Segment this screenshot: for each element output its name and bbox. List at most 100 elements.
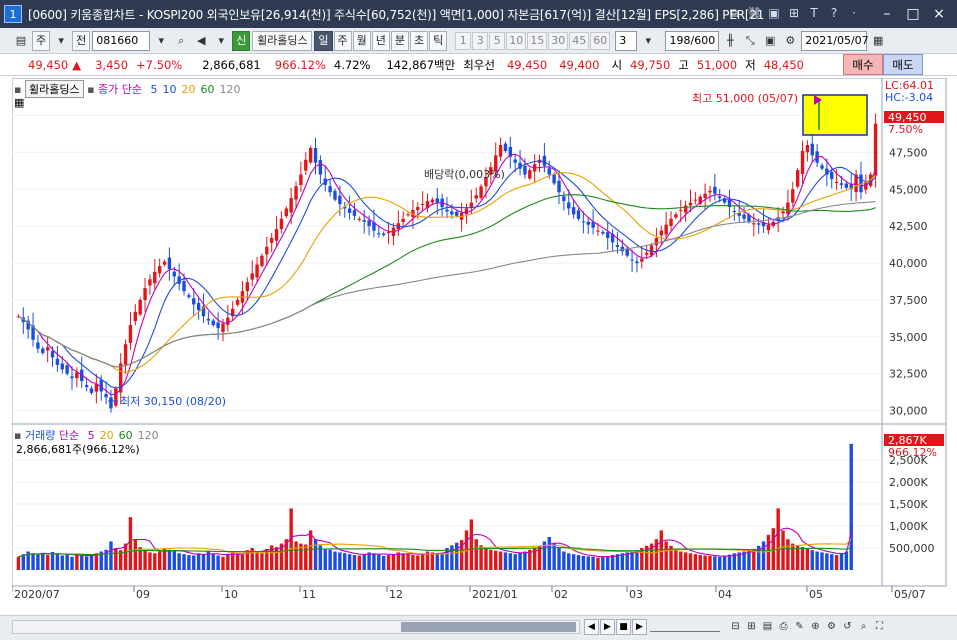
stop-icon[interactable]: ■ bbox=[616, 619, 631, 635]
interval-button[interactable]: 30 bbox=[548, 31, 569, 50]
ma-period-label[interactable]: 5 bbox=[151, 83, 158, 96]
volume-bar bbox=[60, 555, 64, 570]
search-icon[interactable]: ⌕ bbox=[172, 32, 190, 50]
range-field[interactable]: 198/600 bbox=[665, 30, 720, 51]
code-input[interactable]: 081660 bbox=[92, 30, 151, 51]
calendar-icon[interactable]: ▦ bbox=[869, 32, 887, 50]
trade-amount: 142,867백만 bbox=[386, 57, 456, 72]
volume-bar bbox=[849, 443, 853, 570]
chart-menu-icon[interactable]: ▤ bbox=[12, 32, 30, 50]
restore-layout-icon[interactable]: ⧉ bbox=[727, 5, 741, 21]
candle-body bbox=[630, 259, 634, 261]
volume-bar bbox=[557, 548, 561, 570]
candle-body bbox=[586, 221, 590, 225]
period-button[interactable]: 주 bbox=[333, 30, 352, 51]
ma-period-label[interactable]: 10 bbox=[163, 83, 177, 96]
reset-icon[interactable]: ↺ bbox=[840, 619, 855, 635]
stock-name-label[interactable]: 휠라홀딩스 bbox=[24, 80, 84, 98]
chart-area[interactable]: 50,00047,50045,00042,50040,00037,50035,0… bbox=[11, 77, 947, 615]
period-button[interactable]: 초 bbox=[410, 30, 429, 51]
table-icon[interactable]: ▤ bbox=[760, 619, 775, 635]
volume-bar bbox=[664, 541, 668, 570]
volume-ratio: 966.12% bbox=[274, 57, 326, 72]
volume-ma-period-label[interactable]: 120 bbox=[138, 429, 159, 442]
volume-bar bbox=[157, 551, 162, 570]
text-icon[interactable]: T bbox=[807, 5, 821, 21]
indicator-icon[interactable]: ⤡ bbox=[741, 32, 759, 50]
buy-button[interactable]: 매수 bbox=[843, 54, 883, 75]
window-number-badge[interactable]: 1 bbox=[4, 5, 22, 23]
zoom-slider[interactable] bbox=[650, 622, 720, 632]
interval-button[interactable]: 45 bbox=[569, 31, 590, 50]
volume-bar bbox=[357, 555, 362, 570]
zoom-in-icon[interactable]: ⊞ bbox=[744, 619, 759, 635]
ma-period-label[interactable]: 120 bbox=[220, 83, 241, 96]
scrollbar-thumb[interactable] bbox=[401, 622, 576, 632]
candle-body bbox=[805, 145, 810, 153]
period-button[interactable]: 월 bbox=[352, 30, 371, 51]
fullscreen-icon[interactable]: ⛶ bbox=[872, 619, 887, 635]
interval-button[interactable]: 1 bbox=[455, 31, 472, 50]
save-icon[interactable]: ▣ bbox=[761, 32, 779, 50]
volume-bar bbox=[674, 548, 678, 570]
search-icon[interactable]: ⌕ bbox=[856, 619, 871, 635]
settings-icon[interactable]: ⚙ bbox=[824, 619, 839, 635]
pin-icon[interactable]: ⊞ bbox=[787, 5, 801, 21]
code-dropdown-icon[interactable]: ▾ bbox=[152, 32, 170, 50]
crosshair-icon[interactable]: ⊕ bbox=[808, 619, 823, 635]
volume-bar bbox=[396, 552, 401, 570]
zoom-out-icon[interactable]: ⊟ bbox=[728, 619, 743, 635]
current-pct-label: 7.50% bbox=[888, 123, 923, 136]
interval-button[interactable]: 60 bbox=[590, 31, 611, 50]
ma-period-label[interactable]: 20 bbox=[182, 83, 196, 96]
ma-label[interactable]: 종가 단순 bbox=[98, 83, 142, 96]
minimize-icon[interactable]: – bbox=[877, 4, 897, 24]
all-button[interactable]: 전 bbox=[72, 30, 91, 51]
grid-toggle-icon[interactable]: ▦ bbox=[14, 96, 24, 109]
interval-button[interactable]: 10 bbox=[506, 31, 527, 50]
period-button[interactable]: 일 bbox=[314, 30, 333, 51]
ma-period-label[interactable]: 60 bbox=[201, 83, 215, 96]
close-icon[interactable]: × bbox=[929, 4, 949, 24]
volume-bar bbox=[420, 554, 425, 570]
candle-body bbox=[669, 218, 673, 227]
chevron-down-icon[interactable]: ▾ bbox=[52, 32, 70, 50]
scroll-left-icon[interactable]: ◀ bbox=[584, 619, 599, 635]
x-axis-label: 2021/01 bbox=[472, 588, 518, 601]
candle-body bbox=[60, 363, 64, 370]
date-field[interactable]: 2021/05/07 bbox=[801, 30, 869, 51]
speaker-icon[interactable]: ◀ bbox=[192, 32, 210, 50]
draw-icon[interactable]: ✎ bbox=[792, 619, 807, 635]
market-select[interactable]: 주 bbox=[32, 30, 51, 51]
sell-button[interactable]: 매도 bbox=[883, 54, 923, 75]
volume-bar bbox=[192, 555, 196, 570]
volume-bar bbox=[45, 555, 50, 570]
candle-body bbox=[167, 257, 172, 269]
chart-svg[interactable]: 50,00047,50045,00042,50040,00037,50035,0… bbox=[11, 77, 947, 615]
play-icon[interactable]: ▶ bbox=[600, 619, 615, 635]
chevron-down-icon[interactable]: ▾ bbox=[212, 32, 230, 50]
period-button[interactable]: 틱 bbox=[429, 30, 448, 51]
options-icon[interactable]: ⋅ bbox=[847, 5, 861, 21]
legend-bullet-icon: ▪ bbox=[87, 83, 95, 96]
interval-button[interactable]: 3 bbox=[472, 31, 489, 50]
period-button[interactable]: 년 bbox=[371, 30, 390, 51]
interval-button[interactable]: 5 bbox=[489, 31, 506, 50]
candle-body bbox=[708, 190, 712, 193]
period-button[interactable]: 분 bbox=[390, 30, 409, 51]
candle-type-icon[interactable]: ╫ bbox=[721, 32, 739, 50]
link-icon[interactable]: ⛓ bbox=[747, 5, 762, 21]
scroll-right-icon[interactable]: ▶ bbox=[632, 619, 647, 635]
maximize-icon[interactable]: □ bbox=[903, 4, 923, 24]
help-icon[interactable]: ? bbox=[827, 5, 841, 21]
settings-icon[interactable]: ⚙ bbox=[781, 32, 799, 50]
layout-icon[interactable]: ▣ bbox=[767, 5, 781, 21]
chart-scrollbar[interactable] bbox=[12, 620, 580, 634]
count-dropdown-icon[interactable]: ▾ bbox=[639, 32, 657, 50]
print-icon[interactable]: ⎙ bbox=[776, 619, 791, 635]
candle-body bbox=[649, 245, 654, 256]
volume-bar bbox=[221, 556, 225, 570]
interval-button[interactable]: 15 bbox=[527, 31, 548, 50]
count-select[interactable]: 3 bbox=[615, 30, 638, 51]
candle-body bbox=[89, 388, 94, 393]
